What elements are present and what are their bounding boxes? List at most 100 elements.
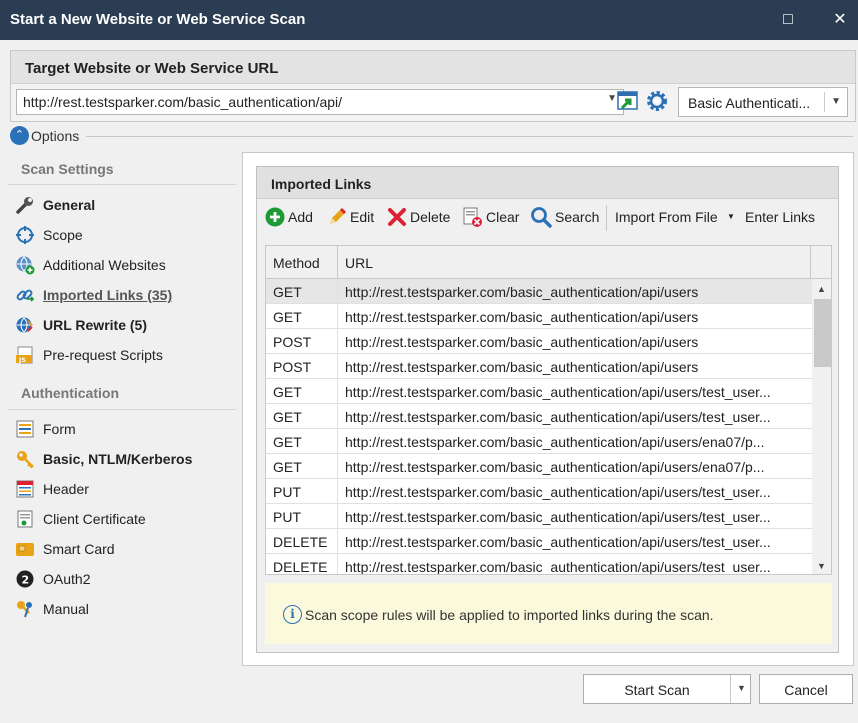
sidebar-item-label: Header [43, 481, 89, 497]
row-url: http://rest.testsparker.com/basic_authen… [345, 434, 765, 450]
table-row[interactable]: GET http://rest.testsparker.com/basic_au… [266, 454, 812, 479]
table-row[interactable]: GET http://rest.testsparker.com/basic_au… [266, 379, 812, 404]
section-divider [8, 409, 236, 410]
chevron-down-icon[interactable]: ▼ [737, 683, 746, 693]
scroll-up-icon[interactable]: ▲ [817, 284, 826, 294]
link-icon [15, 285, 35, 305]
certificate-icon [15, 509, 35, 529]
sidebar-item-label: Client Certificate [43, 511, 146, 527]
sidebar-item-header[interactable]: Header [13, 477, 233, 501]
table-row[interactable]: PUT http://rest.testsparker.com/basic_au… [266, 479, 812, 504]
row-method: GET [273, 284, 302, 300]
row-method: GET [273, 459, 302, 475]
sidebar-item-basic-ntlm-kerberos[interactable]: Basic, NTLM/Kerberos [13, 447, 233, 471]
row-method: POST [273, 359, 312, 375]
vertical-scrollbar[interactable]: ▲ ▼ [812, 279, 831, 574]
row-method: GET [273, 434, 302, 450]
table-row[interactable]: PUT http://rest.testsparker.com/basic_au… [266, 504, 812, 529]
sidebar-item-client-certificate[interactable]: Client Certificate [13, 507, 233, 531]
clear-button[interactable]: Clear [462, 205, 526, 229]
target-url-header: Target Website or Web Service URL [11, 51, 855, 84]
enter-links-button[interactable]: Enter Links [745, 205, 821, 229]
sidebar-item-general[interactable]: General [13, 193, 233, 217]
delete-label: Delete [410, 209, 451, 225]
imported-links-header: Imported Links [257, 167, 838, 199]
clear-list-icon [462, 206, 484, 228]
scroll-down-icon[interactable]: ▼ [817, 561, 826, 571]
table-row[interactable]: GET http://rest.testsparker.com/basic_au… [266, 429, 812, 454]
add-button[interactable]: Add [264, 205, 324, 229]
sidebar-item-imported-links[interactable]: Imported Links (35) [13, 283, 233, 307]
chevron-down-icon[interactable]: ▼ [831, 96, 841, 107]
authentication-select-value: Basic Authenticati... [688, 95, 811, 111]
chevron-up-icon[interactable]: ⌃ [10, 126, 29, 145]
table-row[interactable]: DELETE http://rest.testsparker.com/basic… [266, 554, 812, 574]
info-banner: i Scan scope rules will be applied to im… [265, 583, 832, 644]
start-scan-button[interactable]: Start Scan ▼ [583, 674, 751, 704]
info-text: Scan scope rules will be applied to impo… [305, 607, 714, 623]
window-title: Start a New Website or Web Service Scan [10, 11, 306, 28]
delete-button[interactable]: Delete [386, 205, 458, 229]
sidebar-item-oauth2[interactable]: 2 OAuth2 [13, 567, 233, 591]
sidebar-item-label: Form [43, 421, 76, 437]
method-column-header[interactable]: Method [266, 246, 338, 279]
row-url: http://rest.testsparker.com/basic_authen… [345, 309, 699, 325]
split-button-divider [730, 675, 731, 703]
sidebar-item-manual[interactable]: Manual [13, 597, 233, 621]
row-method: DELETE [273, 534, 328, 550]
settings-sidebar: Scan Settings General Scope Additional W… [8, 152, 236, 672]
open-url-icon[interactable] [616, 89, 640, 113]
start-scan-label: Start Scan [624, 682, 690, 698]
cancel-button[interactable]: Cancel [759, 674, 853, 704]
scan-settings-title: Scan Settings [21, 161, 114, 177]
url-column-header[interactable]: URL [338, 246, 811, 279]
imported-links-panel: Imported Links Add Edit Delete Clear Sea… [242, 152, 854, 666]
links-toolbar: Add Edit Delete Clear Search Import From… [257, 202, 838, 232]
sidebar-item-smart-card[interactable]: Smart Card [13, 537, 233, 561]
close-button[interactable]: ✕ [828, 8, 852, 32]
delete-x-icon [386, 206, 408, 228]
header-icon [15, 479, 35, 499]
table-row[interactable]: GET http://rest.testsparker.com/basic_au… [266, 404, 812, 429]
edit-label: Edit [350, 209, 375, 225]
table-row[interactable]: DELETE http://rest.testsparker.com/basic… [266, 529, 812, 554]
form-icon [15, 419, 35, 439]
links-table: Method URL GET http://rest.testsparker.c… [265, 245, 832, 575]
sidebar-item-scope[interactable]: Scope [13, 223, 233, 247]
sidebar-item-label: Additional Websites [43, 257, 166, 273]
clear-label: Clear [486, 209, 520, 225]
svg-text:2: 2 [22, 574, 30, 587]
add-icon [264, 206, 286, 228]
method-column-label: Method [273, 255, 320, 271]
url-rewrite-icon [15, 315, 35, 335]
table-row[interactable]: GET http://rest.testsparker.com/basic_au… [266, 304, 812, 329]
table-row[interactable]: POST http://rest.testsparker.com/basic_a… [266, 329, 812, 354]
search-button[interactable]: Search [530, 205, 602, 229]
sidebar-item-form[interactable]: Form [13, 417, 233, 441]
import-from-file-dropdown[interactable]: Import From File ▼ [615, 205, 739, 229]
url-input[interactable]: http://rest.testsparker.com/basic_authen… [16, 89, 624, 115]
authentication-select[interactable]: Basic Authenticati... ▼ [678, 87, 848, 117]
gear-icon[interactable] [645, 89, 669, 113]
wrench-icon [15, 195, 35, 215]
sidebar-item-label: Imported Links (35) [43, 287, 173, 303]
scrollbar-thumb[interactable] [814, 299, 831, 367]
manual-key-icon [15, 599, 35, 619]
sidebar-item-additional-websites[interactable]: Additional Websites [13, 253, 233, 277]
import-from-file-label: Import From File [615, 209, 718, 225]
row-method: POST [273, 334, 312, 350]
sidebar-item-label: General [43, 197, 96, 213]
section-divider [8, 184, 236, 185]
maximize-button[interactable]: □ [776, 8, 800, 32]
table-row[interactable]: GET http://rest.testsparker.com/basic_au… [266, 279, 812, 304]
sidebar-item-pre-request-scripts[interactable]: JS Pre-request Scripts [13, 343, 233, 367]
options-toggle[interactable]: ⌃ Options [8, 126, 854, 146]
sidebar-item-label: Pre-request Scripts [43, 347, 163, 363]
row-url: http://rest.testsparker.com/basic_authen… [345, 359, 699, 375]
sidebar-item-url-rewrite[interactable]: URL Rewrite (5) [13, 313, 233, 337]
table-row[interactable]: POST http://rest.testsparker.com/basic_a… [266, 354, 812, 379]
edit-button[interactable]: Edit [326, 205, 382, 229]
row-url: http://rest.testsparker.com/basic_authen… [345, 409, 771, 425]
sidebar-item-label: Manual [43, 601, 89, 617]
target-url-title: Target Website or Web Service URL [25, 60, 279, 77]
